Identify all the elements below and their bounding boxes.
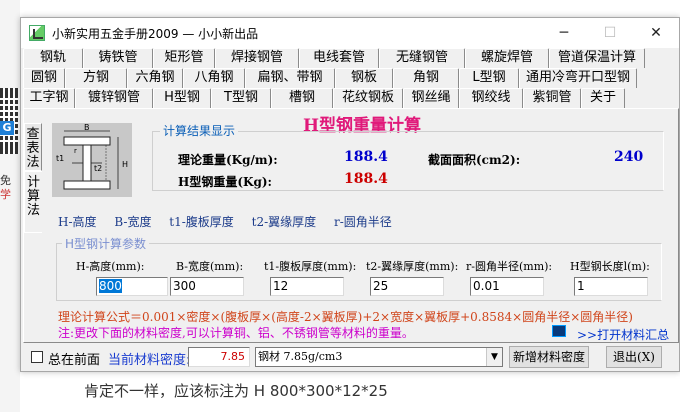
tab-row3-4[interactable]: 槽钢 bbox=[271, 88, 333, 108]
param-group-legend: H型钢计算参数 bbox=[62, 235, 150, 252]
tab-row1-0[interactable]: 钢轨 bbox=[23, 48, 83, 68]
title-bar[interactable]: 小新实用五金手册2009 — 小小新出品 ─ ☐ ✕ bbox=[21, 18, 679, 48]
material-select[interactable]: 钢材 7.85g/cm3 ▼ bbox=[255, 347, 503, 367]
tab-row3-8[interactable]: 紫铜管 bbox=[523, 88, 581, 108]
fillet-radius-input[interactable]: 0.01 bbox=[470, 277, 544, 296]
legend-r: r-圆角半径 bbox=[333, 215, 392, 229]
tab-row1-6[interactable]: 螺旋焊管 bbox=[465, 48, 549, 68]
background-page-left: G 免 学 bbox=[0, 0, 20, 412]
tab-row1-5[interactable]: 无缝钢管 bbox=[379, 48, 465, 68]
diagram-label-b: B bbox=[84, 123, 90, 132]
tab-row1-4[interactable]: 电线套管 bbox=[299, 48, 379, 68]
h-beam-diagram: B H t1 t2 r bbox=[52, 123, 132, 197]
flange-thickness-label: t2-翼缘厚度(mm): bbox=[366, 260, 459, 273]
formula-body: 0.001×密度×(腹板厚×(高度-2×翼板厚)+2×宽度×翼板厚+0.8584… bbox=[142, 310, 633, 324]
chevron-down-icon[interactable]: ▼ bbox=[486, 348, 502, 366]
tab-row3-5[interactable]: 花纹钢板 bbox=[333, 88, 403, 108]
tab-row-1: 钢轨 铸铁管 矩形管 焊接钢管 电线套管 无缝钢管 螺旋焊管 管道保温计算 bbox=[21, 48, 680, 68]
tab-row2-5[interactable]: 钢板 bbox=[335, 68, 393, 88]
flange-thickness-input[interactable]: 25 bbox=[370, 277, 444, 296]
background-side-text-2: 学 bbox=[0, 188, 11, 201]
tab-calc-method[interactable]: 计算法 bbox=[24, 171, 42, 233]
tab-row3-6[interactable]: 钢丝绳 bbox=[403, 88, 459, 108]
always-on-top-label[interactable]: 总在前面 bbox=[48, 349, 100, 368]
theory-weight-label: 理论重量(Kg/m): bbox=[178, 153, 278, 167]
current-density-label: 当前材料密度: bbox=[108, 353, 191, 368]
g-logo-icon: G bbox=[0, 121, 14, 135]
section-area-label: 截面面积(cm2): bbox=[428, 153, 521, 167]
tab-row2-1[interactable]: 方钢 bbox=[65, 68, 127, 88]
tab-row2-8[interactable]: 通用冷弯开口型钢 bbox=[519, 68, 637, 88]
tab-row2-7[interactable]: L型钢 bbox=[459, 68, 519, 88]
window-title: 小新实用五金手册2009 — 小小新出品 bbox=[52, 26, 259, 41]
legend-h: H-高度 bbox=[58, 215, 97, 229]
tab-row3-0[interactable]: 工字钢 bbox=[23, 88, 75, 108]
legend-t2: t2-翼缘厚度 bbox=[251, 215, 317, 229]
tab-row2-0[interactable]: 圆钢 bbox=[23, 68, 65, 88]
section-area-value: 240 bbox=[614, 149, 644, 165]
diagram-label-t1: t1 bbox=[56, 154, 64, 163]
background-footer-text: 肯定不一样，应该标注为 H 800*300*12*25 bbox=[84, 382, 388, 400]
length-input[interactable]: 1 bbox=[574, 277, 648, 296]
tab-row3-1[interactable]: 镀锌钢管 bbox=[75, 88, 153, 108]
diagram-label-t2: t2 bbox=[94, 164, 102, 173]
exit-button[interactable]: 退出(X) bbox=[606, 346, 662, 368]
height-input[interactable]: 800 bbox=[96, 277, 168, 296]
diagram-label-r: r bbox=[74, 147, 77, 155]
web-thickness-label: t1-腹板厚度(mm): bbox=[264, 260, 357, 273]
app-icon bbox=[29, 25, 45, 41]
tab-row-2: 圆钢 方钢 六角钢 八角钢 扁钢、带钢 钢板 角钢 L型钢 通用冷弯开口型钢 bbox=[21, 68, 680, 88]
tab-row1-7[interactable]: 管道保温计算 bbox=[549, 48, 645, 68]
diagram-label-h: H bbox=[122, 160, 128, 169]
tab-row3-7[interactable]: 钢绞线 bbox=[459, 88, 523, 108]
app-window: 小新实用五金手册2009 — 小小新出品 ─ ☐ ✕ 钢轨 铸铁管 矩形管 焊接钢管电… bbox=[20, 17, 680, 372]
theory-weight-value: 188.4 bbox=[344, 149, 388, 165]
maximize-icon: ☐ bbox=[603, 25, 617, 41]
formula-label: 理论计算公式＝ bbox=[58, 310, 143, 324]
add-density-button[interactable]: 新增材料密度 bbox=[509, 346, 589, 368]
material-select-value: 钢材 7.85g/cm3 bbox=[258, 350, 343, 363]
tab-row1-3[interactable]: 焊接钢管 bbox=[215, 48, 299, 68]
legend-t1: t1-腹板厚度 bbox=[169, 215, 234, 229]
width-label: B-宽度(mm): bbox=[176, 260, 244, 273]
fillet-radius-label: r-圆角半径(mm): bbox=[466, 260, 553, 273]
h-beam-panel: 查表法 计算法 B H t1 t2 r H型钢重量计算 计算结果显示 理论重量(… bbox=[23, 108, 679, 343]
tab-row1-2[interactable]: 矩形管 bbox=[153, 48, 215, 68]
tab-row3-2[interactable]: H型钢 bbox=[153, 88, 211, 108]
bottom-bar: 总在前面 当前材料密度: 7.85 钢材 7.85g/cm3 ▼ 新增材料密度 … bbox=[21, 346, 679, 370]
tab-row2-2[interactable]: 六角钢 bbox=[127, 68, 183, 88]
open-material-summary-link[interactable]: >>打开材料汇总 bbox=[577, 326, 669, 343]
tab-lookup-method[interactable]: 查表法 bbox=[24, 123, 42, 171]
symbol-legend: H-高度 B-宽度 t1-腹板厚度 t2-翼缘厚度 r-圆角半径 bbox=[58, 213, 404, 230]
legend-b: B-宽度 bbox=[114, 215, 152, 229]
result-group-legend: 计算结果显示 bbox=[160, 122, 239, 139]
h-weight-value: 188.4 bbox=[344, 171, 388, 187]
tab-row3-9[interactable]: 关于 bbox=[581, 88, 625, 108]
close-icon[interactable]: ✕ bbox=[633, 18, 679, 48]
material-note: 注:更改下面的材料密度,可以计算铜、铝、不锈钢管等材料的重量。 bbox=[58, 326, 414, 340]
minimize-icon[interactable]: ─ bbox=[541, 18, 587, 48]
width-input[interactable]: 300 bbox=[170, 277, 244, 296]
length-label: H型钢长度l(m): bbox=[570, 260, 650, 273]
tab-row1-1[interactable]: 铸铁管 bbox=[83, 48, 153, 68]
formula-text: 理论计算公式＝0.001×密度×(腹板厚×(高度-2×翼板厚)+2×宽度×翼板厚… bbox=[58, 308, 633, 325]
tab-row2-6[interactable]: 角钢 bbox=[393, 68, 459, 88]
density-input[interactable]: 7.85 bbox=[188, 347, 250, 367]
h-weight-label: H型钢重量(Kg): bbox=[178, 175, 272, 189]
material-table-icon[interactable] bbox=[552, 325, 566, 337]
tab-row2-3[interactable]: 八角钢 bbox=[183, 68, 245, 88]
height-label: H-高度(mm): bbox=[76, 260, 145, 273]
tab-row2-4[interactable]: 扁钢、带钢 bbox=[245, 68, 335, 88]
tab-row3-3[interactable]: T型钢 bbox=[211, 88, 271, 108]
always-on-top-checkbox[interactable] bbox=[31, 351, 43, 363]
tab-row-3: 工字钢 镀锌钢管 H型钢 T型钢 槽钢 花纹钢板 钢丝绳 钢绞线 紫铜管 关于 bbox=[21, 88, 680, 108]
web-thickness-input[interactable]: 12 bbox=[270, 277, 344, 296]
category-tabs: 钢轨 铸铁管 矩形管 焊接钢管 电线套管 无缝钢管 螺旋焊管 管道保温计算 圆钢 方钢 六角钢 八角… bbox=[21, 48, 680, 108]
